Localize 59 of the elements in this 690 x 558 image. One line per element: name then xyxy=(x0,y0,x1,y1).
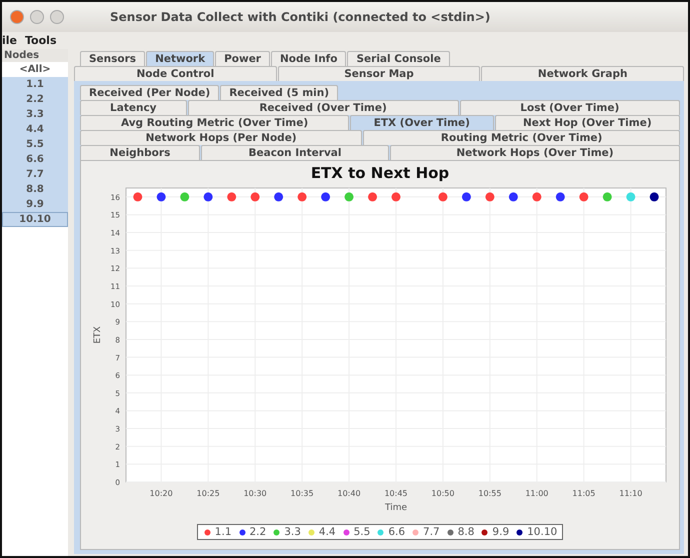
x-tick-label: 10:45 xyxy=(384,489,408,498)
y-axis-label: ETX xyxy=(92,326,102,344)
tab[interactable]: Network Graph xyxy=(481,66,684,81)
x-tick-label: 10:25 xyxy=(196,489,220,498)
tab[interactable]: Power xyxy=(215,51,270,66)
legend-label: 6.6 xyxy=(388,526,406,538)
node-item[interactable]: 9.9 xyxy=(2,197,68,212)
tab[interactable]: Neighbors xyxy=(80,145,200,160)
tab[interactable]: ETX (Over Time) xyxy=(350,115,494,130)
tab[interactable]: Lost (Over Time) xyxy=(460,100,680,115)
tab[interactable]: Beacon Interval xyxy=(201,145,389,160)
node-item[interactable]: 1.1 xyxy=(2,77,68,92)
node-item[interactable]: 3.3 xyxy=(2,107,68,122)
chart-title: ETX to Next Hop xyxy=(310,164,450,182)
list-header: Nodes xyxy=(2,49,68,62)
x-tick-label: 11:00 xyxy=(524,489,548,498)
tab[interactable]: Routing Metric (Over Time) xyxy=(363,130,680,145)
x-tick-label: 10:20 xyxy=(149,489,172,498)
tab[interactable]: Latency xyxy=(80,100,187,115)
tab[interactable]: Received (Over Time) xyxy=(188,100,459,115)
legend-label: 7.7 xyxy=(423,526,440,538)
tab[interactable]: Serial Console xyxy=(347,51,450,66)
tab[interactable]: Network Hops (Per Node) xyxy=(80,130,362,145)
menu-item[interactable]: Tools xyxy=(25,34,56,47)
node-item[interactable]: 4.4 xyxy=(2,122,68,137)
node-item[interactable]: 6.6 xyxy=(2,152,68,167)
x-tick-label: 11:05 xyxy=(572,489,595,498)
x-tick-label: 10:35 xyxy=(290,489,314,498)
window-title: Sensor Data Collect with Contiki (connected to <stdin>) xyxy=(110,10,490,24)
x-axis-label: Time xyxy=(384,503,407,513)
tab[interactable]: Node Control xyxy=(74,66,277,81)
node-item[interactable]: 10.10 xyxy=(2,212,68,227)
tab[interactable]: Received (5 min) xyxy=(220,85,338,100)
x-tick-label: 10:55 xyxy=(478,489,501,498)
tab[interactable]: Avg Routing Metric (Over Time) xyxy=(80,115,350,130)
legend-label: 10.10 xyxy=(527,526,558,538)
menu-item[interactable]: ile xyxy=(2,34,18,47)
x-tick-label: 10:30 xyxy=(243,489,266,498)
node-item[interactable]: 8.8 xyxy=(2,182,68,197)
legend-label: 9.9 xyxy=(492,526,510,538)
tab[interactable]: Network Hops (Over Time) xyxy=(390,145,680,160)
legend-label: 5.5 xyxy=(354,526,370,538)
x-tick-label: 10:50 xyxy=(430,489,454,498)
tab[interactable]: Network xyxy=(146,51,214,66)
tab[interactable]: Sensor Map xyxy=(278,66,480,81)
node-item[interactable]: 2.2 xyxy=(2,92,68,107)
tab[interactable]: Node Info xyxy=(271,51,346,66)
tab[interactable]: Received (Per Node) xyxy=(80,85,220,100)
legend-label: 2.2 xyxy=(250,526,266,538)
tab[interactable]: Sensors xyxy=(80,51,146,66)
legend-label: 3.3 xyxy=(284,526,301,538)
x-tick-label: 11:10 xyxy=(618,489,642,498)
legend-label: 8.8 xyxy=(458,526,474,538)
legend-label: 4.4 xyxy=(318,526,336,538)
legend-label: 1.1 xyxy=(214,526,232,538)
tab[interactable]: Next Hop (Over Time) xyxy=(494,115,680,130)
node-item[interactable]: 7.7 xyxy=(2,167,68,182)
x-tick-label: 10:40 xyxy=(337,489,360,498)
node-item[interactable]: 5.5 xyxy=(2,137,68,152)
